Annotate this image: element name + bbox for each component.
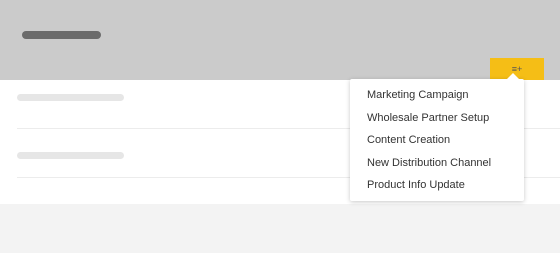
new-item-dropdown-menu: Marketing Campaign Wholesale Partner Set… <box>350 73 524 201</box>
list-item-placeholder <box>17 152 124 159</box>
menu-item-product-info-update[interactable]: Product Info Update <box>350 174 524 197</box>
menu-item-new-distribution-channel[interactable]: New Distribution Channel <box>350 152 524 175</box>
page-header: ≡+ <box>0 0 560 80</box>
page-title-placeholder <box>22 31 101 39</box>
menu-item-content-creation[interactable]: Content Creation <box>350 129 524 152</box>
menu-item-marketing-campaign[interactable]: Marketing Campaign <box>350 84 524 107</box>
menu-item-wholesale-partner-setup[interactable]: Wholesale Partner Setup <box>350 107 524 130</box>
list-item-placeholder <box>17 94 124 101</box>
